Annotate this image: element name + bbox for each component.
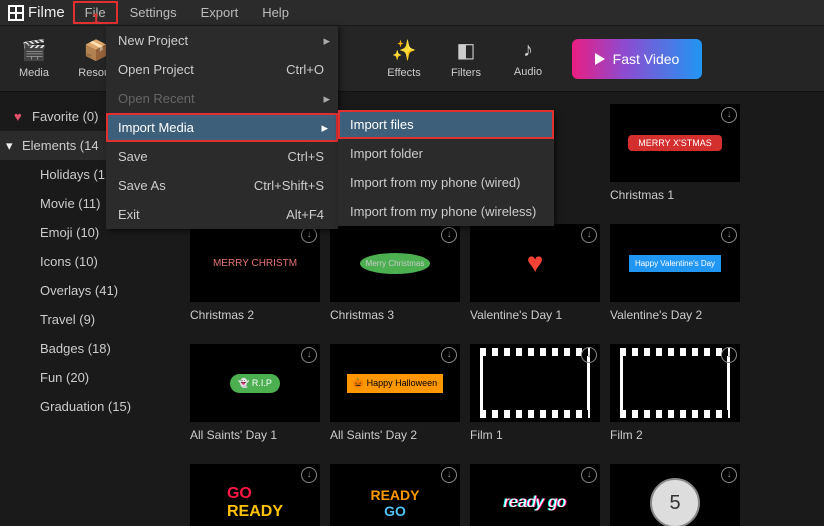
element-card[interactable]: ↓ Film 2 xyxy=(610,344,740,442)
element-caption: All Saints' Day 1 xyxy=(190,428,320,442)
tool-media-label: Media xyxy=(19,67,49,79)
dd-import-phone-wired[interactable]: Import from my phone (wired) xyxy=(338,168,554,197)
menu-bar: File Settings Export Help xyxy=(73,1,301,24)
element-caption: Christmas 2 xyxy=(190,308,320,322)
element-thumbnail[interactable]: MERRY X'STMAS ↓ xyxy=(610,104,740,182)
play-icon xyxy=(595,53,605,65)
dd-import-files[interactable]: Import files xyxy=(338,110,554,139)
dd-open-project[interactable]: Open ProjectCtrl+O xyxy=(106,55,338,84)
download-icon[interactable]: ↓ xyxy=(581,227,597,243)
element-thumbnail[interactable]: 👻 R.I.P ↓ xyxy=(190,344,320,422)
element-card[interactable]: READYGO ↓ Ready Go 2 xyxy=(330,464,460,526)
import-submenu: Import files Import folder Import from m… xyxy=(338,110,554,226)
element-caption: All Saints' Day 2 xyxy=(330,428,460,442)
element-thumbnail[interactable]: Happy Valentine's Day ↓ xyxy=(610,224,740,302)
sidebar-icons[interactable]: Icons (10) xyxy=(0,247,175,276)
download-icon[interactable]: ↓ xyxy=(301,467,317,483)
tool-effects[interactable]: ✨ Effects xyxy=(376,31,432,87)
app-name: Filme xyxy=(28,4,65,21)
download-icon[interactable]: ↓ xyxy=(441,467,457,483)
element-caption: Valentine's Day 2 xyxy=(610,308,740,322)
filters-icon: ◧ xyxy=(457,38,476,63)
filme-logo-icon xyxy=(8,5,24,21)
download-icon[interactable]: ↓ xyxy=(721,347,737,363)
element-caption: Film 1 xyxy=(470,428,600,442)
dd-save[interactable]: SaveCtrl+S xyxy=(106,142,338,171)
download-icon[interactable]: ↓ xyxy=(441,347,457,363)
element-thumbnail[interactable]: READYGO ↓ xyxy=(330,464,460,526)
download-icon[interactable]: ↓ xyxy=(301,347,317,363)
element-thumbnail[interactable]: MERRY CHRISTM ↓ xyxy=(190,224,320,302)
download-icon[interactable]: ↓ xyxy=(301,227,317,243)
element-caption: Film 2 xyxy=(610,428,740,442)
dd-import-phone-wireless[interactable]: Import from my phone (wireless) xyxy=(338,197,554,226)
menu-export[interactable]: Export xyxy=(189,1,251,24)
element-card[interactable]: 5 ↓ Countdown 1 xyxy=(610,464,740,526)
element-thumbnail[interactable]: ready go ↓ xyxy=(470,464,600,526)
element-caption: Christmas 3 xyxy=(330,308,460,322)
annotation-1: 1 xyxy=(92,10,100,26)
download-icon[interactable]: ↓ xyxy=(721,467,737,483)
download-icon[interactable]: ↓ xyxy=(581,467,597,483)
element-caption: Valentine's Day 1 xyxy=(470,308,600,322)
sidebar-badges[interactable]: Badges (18) xyxy=(0,334,175,363)
tool-filters-label: Filters xyxy=(451,67,481,79)
dd-exit[interactable]: ExitAlt+F4 xyxy=(106,200,338,229)
dd-import-media[interactable]: Import Media xyxy=(106,113,338,142)
element-card[interactable]: MERRY CHRISTM ↓ Christmas 2 xyxy=(190,224,320,322)
download-icon[interactable]: ↓ xyxy=(581,347,597,363)
sidebar-travel[interactable]: Travel (9) xyxy=(0,305,175,334)
download-icon[interactable]: ↓ xyxy=(721,227,737,243)
element-card[interactable]: GOREADY ↓ Ready Go 1 xyxy=(190,464,320,526)
element-caption: Christmas 1 xyxy=(610,188,740,202)
sidebar-graduation[interactable]: Graduation (15) xyxy=(0,392,175,421)
tool-media[interactable]: 🎬 Media xyxy=(6,31,62,87)
element-thumbnail[interactable]: 🎃 Happy Halloween ↓ xyxy=(330,344,460,422)
menu-help[interactable]: Help xyxy=(250,1,301,24)
menu-settings[interactable]: Settings xyxy=(118,1,189,24)
element-thumbnail[interactable]: GOREADY ↓ xyxy=(190,464,320,526)
file-dropdown: New Project Open ProjectCtrl+O Open Rece… xyxy=(106,26,338,229)
download-icon[interactable]: ↓ xyxy=(441,227,457,243)
resources-icon: 📦 xyxy=(84,38,109,63)
element-card[interactable]: Happy Valentine's Day ↓ Valentine's Day … xyxy=(610,224,740,322)
effects-icon: ✨ xyxy=(392,38,417,63)
element-thumbnail[interactable]: 5 ↓ xyxy=(610,464,740,526)
download-icon[interactable]: ↓ xyxy=(721,107,737,123)
element-card[interactable]: ready go ↓ Ready Go 3 xyxy=(470,464,600,526)
element-card[interactable]: 👻 R.I.P ↓ All Saints' Day 1 xyxy=(190,344,320,442)
element-card[interactable]: 🎃 Happy Halloween ↓ All Saints' Day 2 xyxy=(330,344,460,442)
element-thumbnail[interactable]: ↓ xyxy=(470,344,600,422)
title-bar: Filme File Settings Export Help xyxy=(0,0,824,26)
dd-save-as[interactable]: Save AsCtrl+Shift+S xyxy=(106,171,338,200)
tool-audio-label: Audio xyxy=(514,66,542,78)
app-logo: Filme xyxy=(6,4,73,21)
element-card[interactable]: Merry Christmas ↓ Christmas 3 xyxy=(330,224,460,322)
tool-audio[interactable]: ♪ Audio xyxy=(500,31,556,87)
sidebar-overlays[interactable]: Overlays (41) xyxy=(0,276,175,305)
element-card[interactable]: ↓ Film 1 xyxy=(470,344,600,442)
fast-video-label: Fast Video xyxy=(613,51,680,67)
dd-new-project[interactable]: New Project xyxy=(106,26,338,55)
fast-video-button[interactable]: Fast Video xyxy=(572,39,702,79)
audio-icon: ♪ xyxy=(523,39,533,62)
dd-import-folder[interactable]: Import folder xyxy=(338,139,554,168)
tool-effects-label: Effects xyxy=(387,67,420,79)
media-icon: 🎬 xyxy=(22,38,47,63)
element-card[interactable]: ♥ ↓ Valentine's Day 1 xyxy=(470,224,600,322)
sidebar-fun[interactable]: Fun (20) xyxy=(0,363,175,392)
element-thumbnail[interactable]: Merry Christmas ↓ xyxy=(330,224,460,302)
element-thumbnail[interactable]: ♥ ↓ xyxy=(470,224,600,302)
dd-open-recent: Open Recent xyxy=(106,84,338,113)
element-thumbnail[interactable]: ↓ xyxy=(610,344,740,422)
tool-filters[interactable]: ◧ Filters xyxy=(438,31,494,87)
element-card[interactable]: MERRY X'STMAS ↓ Christmas 1 xyxy=(610,104,740,202)
